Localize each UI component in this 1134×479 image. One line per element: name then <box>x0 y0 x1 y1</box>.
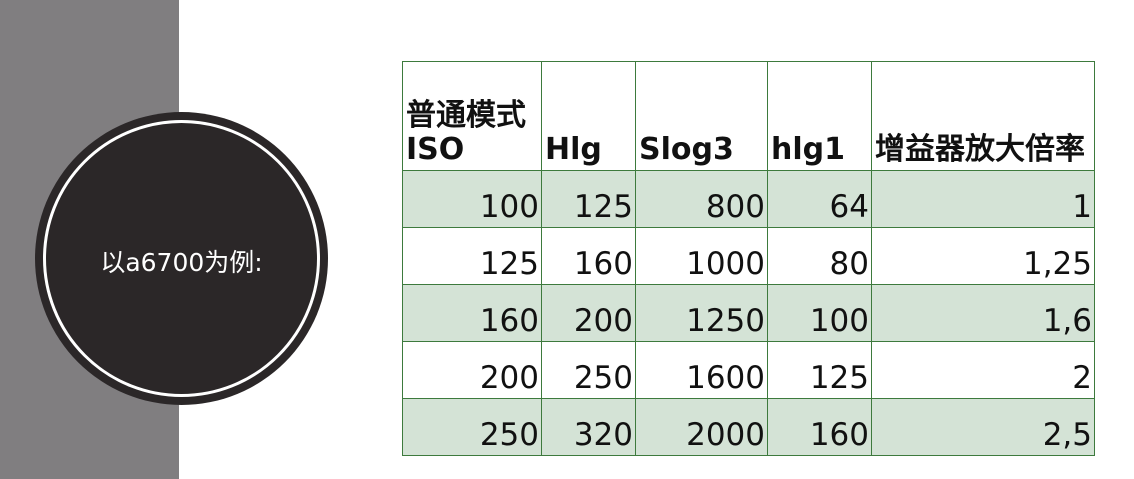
table-cell: 125 <box>767 341 872 399</box>
table-row: 250 320 2000 160 2,5 <box>402 398 1095 456</box>
header-hlg: Hlg <box>541 61 636 171</box>
header-slog3: Slog3 <box>635 61 768 171</box>
table-cell: 1,6 <box>871 284 1095 342</box>
table-cell: 125 <box>402 227 542 285</box>
caption-circle: 以a6700为例: <box>35 112 328 405</box>
header-gain-ratio: 增益器放大倍率 <box>871 61 1095 171</box>
table-cell: 125 <box>541 170 636 228</box>
slide: 以a6700为例: 普通模式ISO Hlg Slog3 hlg1 增益器放大倍率… <box>0 0 1134 479</box>
table-cell: 64 <box>767 170 872 228</box>
header-normal-iso: 普通模式ISO <box>402 61 542 171</box>
table-cell: 800 <box>635 170 768 228</box>
table-cell: 100 <box>402 170 542 228</box>
caption-text: 以a6700为例: <box>100 247 263 277</box>
table-cell: 320 <box>541 398 636 456</box>
table-row: 160 200 1250 100 1,6 <box>402 284 1095 342</box>
table-cell: 80 <box>767 227 872 285</box>
table-cell: 160 <box>541 227 636 285</box>
table-row: 100 125 800 64 1 <box>402 170 1095 228</box>
table-cell: 2000 <box>635 398 768 456</box>
table-cell: 250 <box>541 341 636 399</box>
table-cell: 100 <box>767 284 872 342</box>
table-row: 125 160 1000 80 1,25 <box>402 227 1095 285</box>
table-cell: 160 <box>767 398 872 456</box>
table-cell: 200 <box>541 284 636 342</box>
table-cell: 2 <box>871 341 1095 399</box>
table-cell: 2,5 <box>871 398 1095 456</box>
table-cell: 1,25 <box>871 227 1095 285</box>
table-cell: 1600 <box>635 341 768 399</box>
caption-circle-ring: 以a6700为例: <box>43 120 320 397</box>
header-hlg1: hlg1 <box>767 61 872 171</box>
iso-table: 普通模式ISO Hlg Slog3 hlg1 增益器放大倍率 100 125 8… <box>402 61 1095 456</box>
table-row: 200 250 1600 125 2 <box>402 341 1095 399</box>
table-cell: 200 <box>402 341 542 399</box>
table-cell: 250 <box>402 398 542 456</box>
table-cell: 160 <box>402 284 542 342</box>
table-header-row: 普通模式ISO Hlg Slog3 hlg1 增益器放大倍率 <box>402 61 1095 171</box>
table-cell: 1 <box>871 170 1095 228</box>
table-cell: 1250 <box>635 284 768 342</box>
table-cell: 1000 <box>635 227 768 285</box>
